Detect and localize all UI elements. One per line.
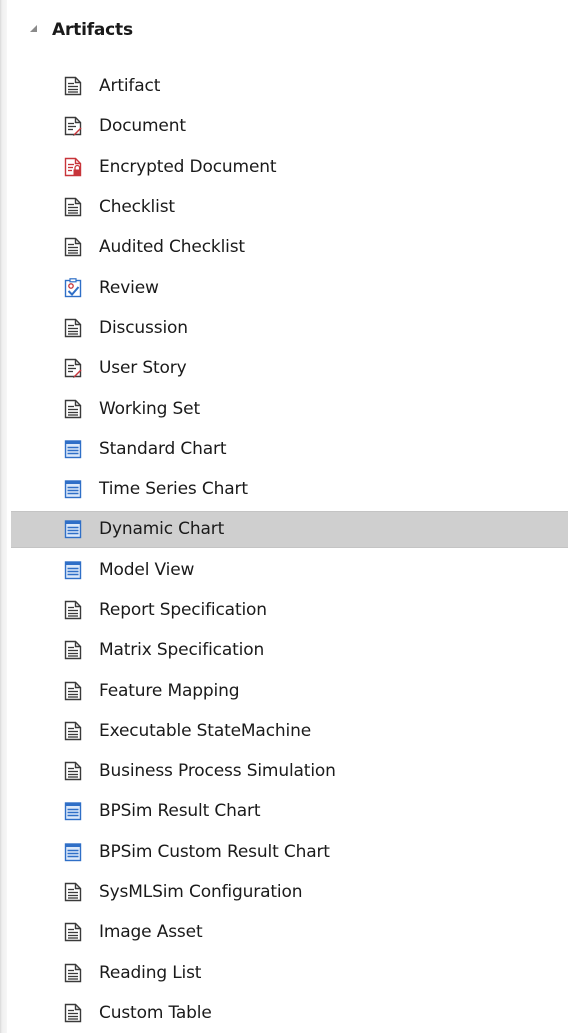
document-icon	[64, 882, 82, 902]
document-icon	[64, 399, 82, 419]
toolbox-item-label: BPSim Result Chart	[99, 801, 261, 822]
document-edit-icon	[64, 116, 82, 137]
toolbox-item-sysmlsim-configuration[interactable]: SysMLSim Configuration	[0, 872, 568, 912]
review-icon	[64, 277, 82, 298]
toolbox-item-report-specification[interactable]: Report Specification	[0, 590, 568, 630]
toolbox-item-model-view[interactable]: Model View	[0, 550, 568, 590]
document-icon	[64, 237, 82, 257]
document-icon	[64, 681, 82, 701]
document-icon	[64, 922, 82, 942]
toolbox-item-label: BPSim Custom Result Chart	[99, 841, 330, 862]
encrypted-document-icon	[64, 157, 82, 177]
document-icon	[64, 1003, 82, 1023]
toolbox-item-matrix-specification[interactable]: Matrix Specification	[0, 630, 568, 670]
toolbox-item-label: User Story	[99, 358, 187, 379]
toolbox-item-image-asset[interactable]: Image Asset	[0, 912, 568, 952]
toolbox-item-label: Image Asset	[99, 922, 203, 943]
toolbox-item-checklist[interactable]: Checklist	[0, 187, 568, 227]
toolbox-item-label: Model View	[99, 559, 195, 580]
toolbox-item-reading-list[interactable]: Reading List	[0, 953, 568, 993]
toolbox-item-label: Dynamic Chart	[99, 519, 225, 540]
document-icon	[64, 963, 82, 983]
toolbox-item-label: Matrix Specification	[99, 640, 265, 661]
toolbox-item-dynamic-chart[interactable]: Dynamic Chart	[0, 509, 568, 549]
toolbox-item-label: Time Series Chart	[99, 479, 248, 500]
chart-icon	[64, 479, 82, 499]
toolbox-panel: Artifacts Artifact Document Encrypted Docu…	[0, 0, 568, 1033]
document-icon	[64, 197, 82, 217]
toolbox-item-bpsim-result-chart[interactable]: BPSim Result Chart	[0, 791, 568, 831]
artifacts-group-header[interactable]: Artifacts	[0, 12, 568, 48]
chart-icon	[64, 842, 82, 862]
toolbox-item-label: Review	[99, 277, 159, 298]
toolbox-item-encrypted-document[interactable]: Encrypted Document	[0, 147, 568, 187]
toolbox-item-label: Standard Chart	[99, 438, 227, 459]
toolbox-item-label: Report Specification	[99, 600, 267, 620]
chart-icon	[64, 801, 82, 821]
toolbox-item-label: Document	[99, 116, 186, 137]
collapse-triangle-icon[interactable]	[30, 25, 37, 32]
toolbox-item-label: Working Set	[99, 398, 201, 419]
document-icon	[64, 761, 82, 781]
document-icon	[64, 640, 82, 660]
group-title: Artifacts	[52, 20, 133, 40]
toolbox-item-custom-table[interactable]: Custom Table	[0, 993, 568, 1033]
toolbox-item-label: Executable StateMachine	[99, 720, 312, 741]
toolbox-item-discussion[interactable]: Discussion	[0, 308, 568, 348]
chart-icon	[64, 560, 82, 580]
document-icon	[64, 600, 82, 620]
toolbox-item-label: Business Process Simulation	[99, 761, 336, 782]
toolbox-item-standard-chart[interactable]: Standard Chart	[0, 429, 568, 469]
toolbox-item-label: Audited Checklist	[99, 237, 245, 258]
toolbox-item-time-series-chart[interactable]: Time Series Chart	[0, 469, 568, 509]
toolbox-item-label: Reading List	[99, 962, 202, 983]
toolbox-item-user-story[interactable]: User Story	[0, 348, 568, 388]
toolbox-item-audited-checklist[interactable]: Audited Checklist	[0, 227, 568, 267]
toolbox-item-artifact[interactable]: Artifact	[0, 66, 568, 106]
toolbox-item-feature-mapping[interactable]: Feature Mapping	[0, 670, 568, 710]
toolbox-item-label: Custom Table	[99, 1002, 212, 1023]
chart-icon	[64, 519, 82, 539]
toolbox-item-label: Encrypted Document	[99, 156, 277, 177]
toolbox-item-executable-statemachine[interactable]: Executable StateMachine	[0, 711, 568, 751]
document-edit-icon	[64, 358, 82, 379]
toolbox-item-label: Checklist	[99, 197, 175, 218]
toolbox-item-review[interactable]: Review	[0, 267, 568, 307]
document-icon	[64, 721, 82, 741]
document-icon	[64, 318, 82, 338]
toolbox-item-business-process-simulation[interactable]: Business Process Simulation	[0, 751, 568, 791]
toolbox-item-document[interactable]: Document	[0, 106, 568, 146]
document-icon	[64, 76, 82, 96]
toolbox-item-label: Artifact	[99, 76, 161, 97]
toolbox-item-label: SysMLSim Configuration	[99, 882, 303, 903]
toolbox-item-label: Discussion	[99, 317, 188, 338]
chart-icon	[64, 439, 82, 459]
toolbox-item-label: Feature Mapping	[99, 680, 240, 701]
toolbox-item-list: Artifact Document Encrypted Document Checkl…	[0, 66, 568, 1033]
toolbox-item-bpsim-custom-result-chart[interactable]: BPSim Custom Result Chart	[0, 832, 568, 872]
toolbox-item-working-set[interactable]: Working Set	[0, 388, 568, 428]
